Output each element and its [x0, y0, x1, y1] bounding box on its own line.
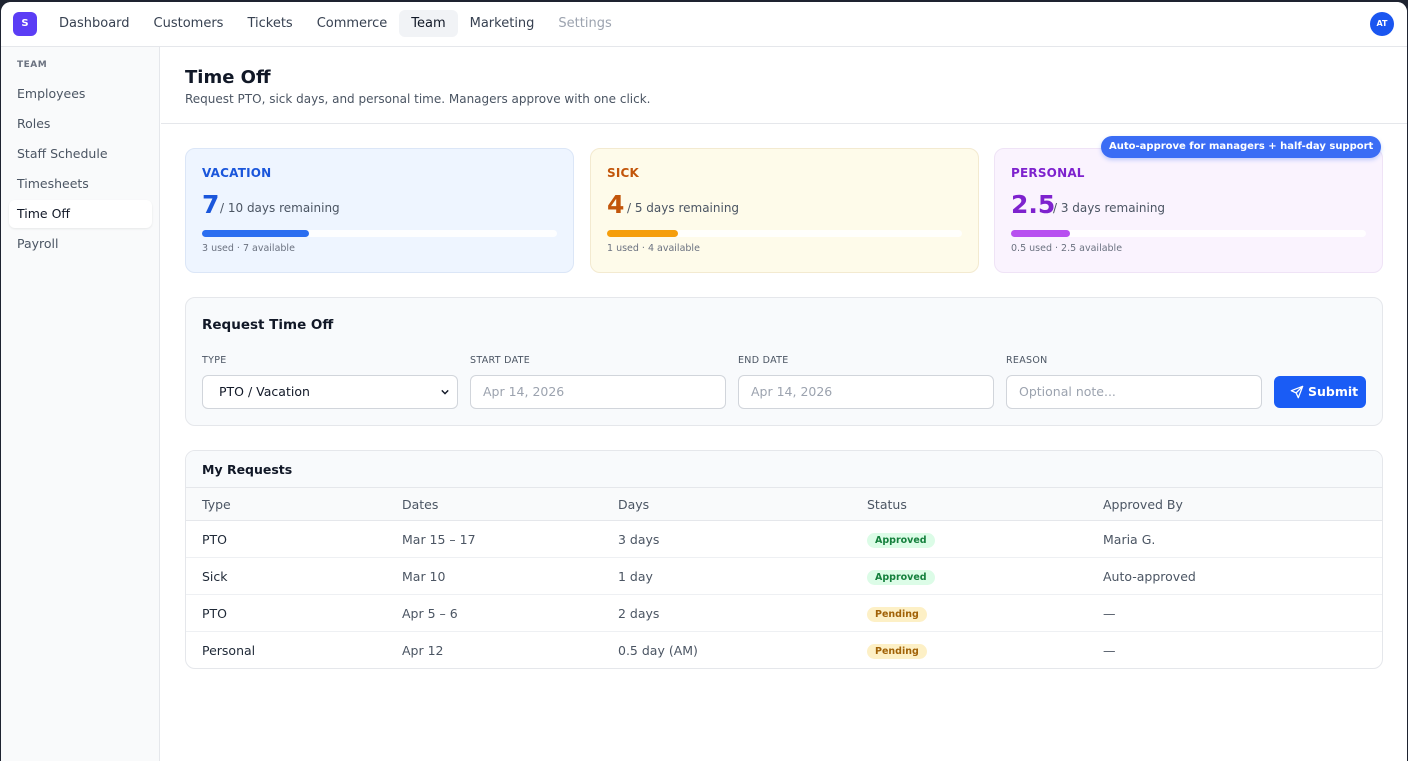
status-badge: Approved — [867, 570, 935, 585]
card-meta: 0.5 used · 2.5 available — [1011, 243, 1123, 254]
card-meta: 1 used · 4 available — [607, 243, 700, 254]
user-avatar[interactable]: AT — [1370, 12, 1394, 36]
my-requests-table: My Requests Type Dates Days Status Appro… — [185, 450, 1383, 669]
status-badge: Pending — [867, 607, 927, 622]
card-total: / 3 days remaining — [1053, 201, 1166, 215]
app-window: S Dashboard Customers Tickets Commerce T… — [1, 2, 1407, 761]
nav-item-team[interactable]: Team — [399, 10, 458, 37]
app-logo[interactable]: S — [13, 12, 37, 36]
sidebar-item-roles[interactable]: Roles — [9, 110, 152, 138]
page-header: Time Off Request PTO, sick days, and per… — [161, 47, 1407, 124]
progress-fill — [1011, 230, 1071, 237]
cell-type: PTO — [202, 606, 228, 621]
nav-item-dashboard[interactable]: Dashboard — [47, 10, 142, 37]
status-badge: Approved — [867, 533, 935, 548]
sidebar-item-employees[interactable]: Employees — [9, 80, 152, 108]
feature-pill: Auto-approve for managers + half-day sup… — [1101, 136, 1382, 158]
nav-item-settings[interactable]: Settings — [546, 10, 623, 37]
progress-fill — [607, 230, 678, 237]
table-title: My Requests — [186, 451, 1382, 488]
page-subtitle: Request PTO, sick days, and personal tim… — [185, 92, 651, 106]
card-label: VACATION — [202, 166, 272, 180]
cell-dates: Mar 15 – 17 — [402, 532, 476, 547]
cell-type: Personal — [202, 643, 256, 658]
progress-track — [202, 230, 557, 237]
form-title: Request Time Off — [202, 317, 334, 333]
card-meta: 3 used · 7 available — [202, 243, 295, 254]
top-nav-bar: S Dashboard Customers Tickets Commerce T… — [1, 2, 1407, 47]
sidebar: TEAM Employees Roles Staff Schedule Time… — [1, 47, 160, 761]
sidebar-item-time-off[interactable]: Time Off — [9, 200, 152, 228]
card-remaining: 7 — [202, 190, 220, 219]
nav-item-marketing[interactable]: Marketing — [458, 10, 547, 37]
table-row[interactable]: PTO Mar 15 – 17 3 days Approved Maria G. — [186, 521, 1382, 558]
page-title: Time Off — [185, 67, 271, 88]
nav-item-commerce[interactable]: Commerce — [305, 10, 400, 37]
chevron-down-icon — [441, 389, 449, 395]
cell-approved-by: Maria G. — [1103, 532, 1156, 547]
submit-label: Submit — [1308, 384, 1359, 399]
send-icon — [1290, 385, 1304, 399]
cell-days: 0.5 day (AM) — [618, 643, 698, 658]
end-date-input[interactable]: Apr 14, 2026 — [738, 375, 994, 409]
start-date-label: START DATE — [470, 355, 531, 366]
balance-cards: VACATION 7 / 10 days remaining 3 used · … — [185, 148, 1383, 273]
cell-days: 3 days — [618, 532, 660, 547]
cell-status: Pending — [867, 595, 927, 632]
table-row[interactable]: PTO Apr 5 – 6 2 days Pending — — [186, 595, 1382, 632]
status-badge: Pending — [867, 644, 927, 659]
cell-days: 1 day — [618, 569, 653, 584]
submit-button[interactable]: Submit — [1274, 376, 1366, 408]
column-header-approved-by: Approved By — [1103, 497, 1183, 512]
start-date-input[interactable]: Apr 14, 2026 — [470, 375, 726, 409]
cell-approved-by: Auto-approved — [1103, 569, 1196, 584]
table-header-row: Type Dates Days Status Approved By — [186, 488, 1382, 521]
cell-approved-by: — — [1103, 606, 1116, 621]
vacation-balance-card: VACATION 7 / 10 days remaining 3 used · … — [185, 148, 574, 273]
reason-label: REASON — [1006, 355, 1048, 366]
main-nav: Dashboard Customers Tickets Commerce Tea… — [47, 10, 624, 37]
sidebar-section-title: TEAM — [17, 60, 48, 70]
table-row[interactable]: Personal Apr 12 0.5 day (AM) Pending — — [186, 632, 1382, 668]
cell-dates: Apr 12 — [402, 643, 444, 658]
sidebar-item-payroll[interactable]: Payroll — [9, 230, 152, 258]
sidebar-list: Employees Roles Staff Schedule Timesheet… — [9, 80, 152, 260]
card-label: PERSONAL — [1011, 166, 1085, 180]
card-total: / 5 days remaining — [627, 201, 740, 215]
reason-input[interactable]: Optional note... — [1006, 375, 1262, 409]
cell-approved-by: — — [1103, 643, 1116, 658]
cell-status: Pending — [867, 632, 927, 668]
personal-balance-card: PERSONAL 2.5 / 3 days remaining 0.5 used… — [994, 148, 1383, 273]
table-row[interactable]: Sick Mar 10 1 day Approved Auto-approved — [186, 558, 1382, 595]
type-select[interactable]: PTO / Vacation — [202, 375, 458, 409]
nav-item-customers[interactable]: Customers — [142, 10, 236, 37]
request-time-off-form: Request Time Off TYPE PTO / Vacation STA… — [185, 297, 1383, 426]
card-label: SICK — [607, 166, 640, 180]
card-total: / 10 days remaining — [220, 201, 340, 215]
progress-track — [1011, 230, 1366, 237]
cell-dates: Apr 5 – 6 — [402, 606, 458, 621]
type-select-value: PTO / Vacation — [219, 384, 310, 399]
column-header-status: Status — [867, 497, 907, 512]
type-label: TYPE — [202, 355, 227, 366]
end-date-label: END DATE — [738, 355, 789, 366]
column-header-days: Days — [618, 497, 650, 512]
column-header-type: Type — [202, 497, 231, 512]
progress-fill — [202, 230, 309, 237]
cell-status: Approved — [867, 521, 935, 558]
sidebar-item-timesheets[interactable]: Timesheets — [9, 170, 152, 198]
card-remaining: 4 — [607, 190, 625, 219]
sick-balance-card: SICK 4 / 5 days remaining 1 used · 4 ava… — [590, 148, 979, 273]
column-header-dates: Dates — [402, 497, 439, 512]
progress-track — [607, 230, 962, 237]
cell-status: Approved — [867, 558, 935, 595]
cell-type: Sick — [202, 569, 228, 584]
sidebar-item-staff-schedule[interactable]: Staff Schedule — [9, 140, 152, 168]
card-remaining: 2.5 — [1011, 190, 1056, 219]
main-content: Time Off Request PTO, sick days, and per… — [161, 47, 1407, 761]
cell-type: PTO — [202, 532, 228, 547]
cell-dates: Mar 10 — [402, 569, 446, 584]
nav-item-tickets[interactable]: Tickets — [235, 10, 304, 37]
cell-days: 2 days — [618, 606, 660, 621]
